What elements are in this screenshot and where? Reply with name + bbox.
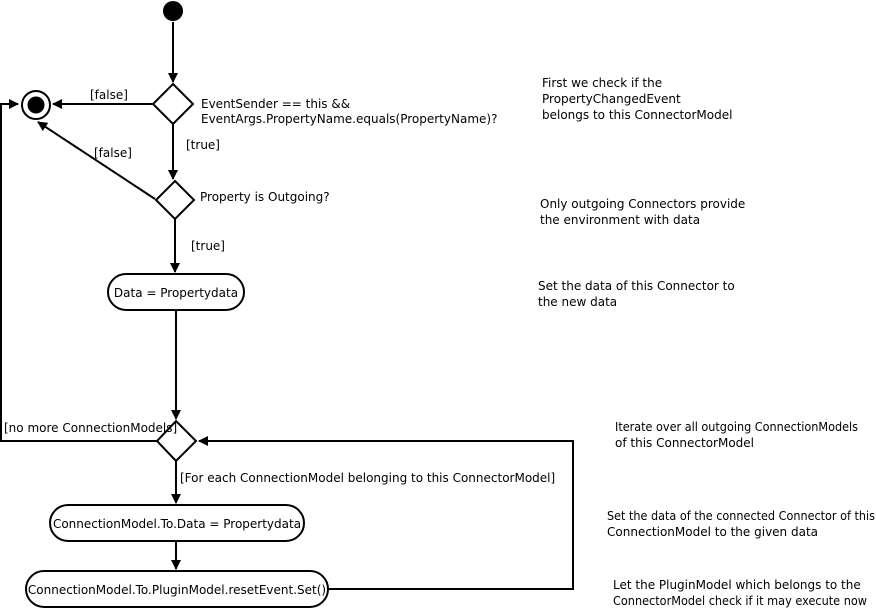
note-iterate-line2: of this ConnectorModel	[615, 436, 754, 450]
note-check-event-line3: belongs to this ConnectorModel	[542, 108, 732, 122]
note-reset-event-line1: Let the PluginModel which belongs to the	[613, 578, 861, 592]
note-connection-data-line2: ConnectionModel to the given data	[607, 525, 818, 539]
guard-true-2: [true]	[191, 239, 225, 253]
guard-false-2: [false]	[94, 146, 132, 160]
end-node	[21, 90, 51, 120]
note-reset-event: Let the PluginModel which belongs to the…	[613, 578, 867, 608]
note-outgoing: Only outgoing Connectors provide the env…	[540, 197, 745, 227]
action-set-data-label: Data = Propertydata	[114, 286, 238, 300]
condition-check-sender-line1: EventSender == this &&	[201, 97, 350, 111]
note-outgoing-line2: the environment with data	[540, 213, 700, 227]
decision-is-outgoing	[154, 179, 196, 221]
edge-iterate-done-to-end	[0, 99, 157, 442]
decision-check-sender	[151, 82, 195, 126]
guard-false-1: [false]	[90, 88, 128, 102]
edge-outgoing-false-to-end	[37, 121, 156, 200]
note-outgoing-line1: Only outgoing Connectors provide	[540, 197, 745, 211]
guard-true-1: [true]	[186, 138, 220, 152]
guard-for-each: [For each ConnectionModel belonging to t…	[180, 471, 555, 485]
activity-diagram: Data = Propertydata ConnectionModel.To.D…	[0, 1, 875, 608]
note-check-event-line2: PropertyChangedEvent	[542, 92, 681, 106]
condition-is-outgoing: Property is Outgoing?	[200, 190, 330, 204]
guard-no-more: [no more ConnectionModels]	[4, 421, 177, 435]
note-iterate: Iterate over all outgoing ConnectionMode…	[615, 420, 858, 450]
note-set-data-line1: Set the data of this Connector to	[538, 279, 735, 293]
action-set-connection-data-label: ConnectionModel.To.Data = Propertydata	[53, 517, 301, 531]
note-check-event: First we check if the PropertyChangedEve…	[542, 76, 732, 122]
condition-check-sender-line2: EventArgs.PropertyName.equals(PropertyNa…	[201, 112, 497, 126]
action-reset-event-label: ConnectionModel.To.PluginModel.resetEven…	[28, 583, 326, 597]
note-set-data: Set the data of this Connector to the ne…	[538, 279, 735, 309]
note-check-event-line1: First we check if the	[542, 76, 662, 90]
note-reset-event-line2: ConnectorModel check if it may execute n…	[613, 594, 867, 608]
note-iterate-line1: Iterate over all outgoing ConnectionMode…	[615, 420, 858, 434]
note-set-data-line2: the new data	[538, 295, 617, 309]
start-node	[163, 1, 183, 21]
note-connection-data-line1: Set the data of the connected Connector …	[607, 509, 875, 523]
note-connection-data: Set the data of the connected Connector …	[607, 509, 875, 539]
